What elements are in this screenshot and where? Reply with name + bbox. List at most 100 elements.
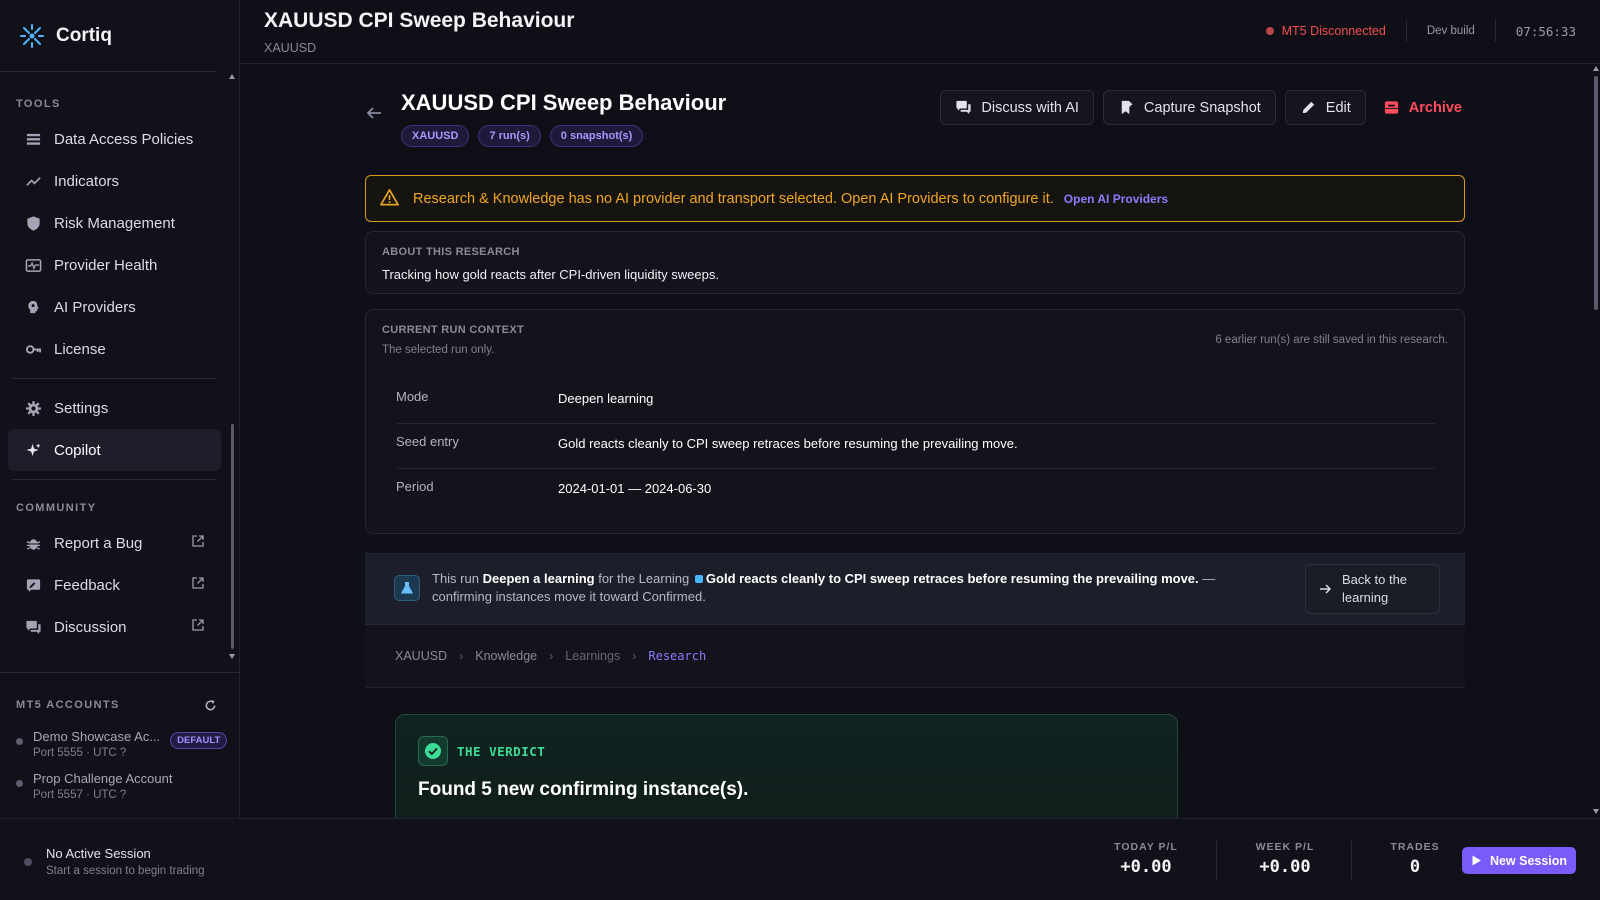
capture-label: Capture Snapshot: [1143, 99, 1261, 116]
new-session-label: New Session: [1489, 853, 1568, 868]
sidebar-scrollbar[interactable]: [229, 74, 235, 660]
sidebar-item-label: License: [54, 340, 106, 358]
mt5-status[interactable]: MT5 Disconnected: [1265, 24, 1386, 38]
arrow-right-icon: [1320, 584, 1332, 594]
open-ai-providers-link[interactable]: Open AI Providers: [1064, 192, 1168, 206]
stat-label: TRADES: [1390, 841, 1440, 853]
pencil-icon: [1302, 101, 1314, 114]
session-subtitle: Start a session to begin trading: [46, 865, 205, 877]
stat-label: WEEK P/L: [1255, 841, 1315, 853]
run-context-sub: The selected run only.: [382, 344, 495, 356]
account-item[interactable]: Prop Challenge Account Port 5557 · UTC ?: [0, 767, 239, 805]
refresh-icon[interactable]: [204, 699, 217, 715]
page-title: XAUUSD CPI Sweep Behaviour: [401, 90, 727, 115]
account-meta: Port 5555 · UTC ?: [33, 747, 127, 759]
sidebar-item-indicators[interactable]: Indicators: [8, 160, 221, 202]
sidebar-item-discussion[interactable]: Discussion: [8, 606, 221, 648]
session-footer: No Active Session Start a session to beg…: [0, 818, 1600, 900]
header-title: XAUUSD CPI Sweep Behaviour: [264, 9, 575, 32]
trades-stat: TRADES 0: [1385, 841, 1445, 877]
sidebar-item-label: Discussion: [54, 618, 127, 636]
default-badge: DEFAULT: [170, 732, 228, 749]
banner-prefix: This run: [432, 571, 479, 586]
archive-label: Archive: [1408, 99, 1462, 116]
sidebar-item-label: Indicators: [54, 172, 120, 190]
clock: 07:56:33: [1515, 23, 1576, 39]
sidebar-item-risk-management[interactable]: Risk Management: [8, 202, 221, 244]
footer-divider: [1351, 841, 1352, 881]
back-to-learning-button[interactable]: Back to the learning: [1305, 564, 1440, 614]
run-context-row: Seed entry Gold reacts cleanly to CPI sw…: [396, 424, 1436, 469]
capture-snapshot-button[interactable]: Capture Snapshot: [1102, 90, 1276, 125]
account-meta: Port 5557 · UTC ?: [33, 789, 127, 801]
status-dot: [1265, 27, 1274, 35]
research-header: XAUUSD CPI Sweep Behaviour XAUUSD 7 run(…: [365, 90, 1470, 150]
archive-button[interactable]: Archive: [1375, 90, 1470, 125]
new-session-button[interactable]: New Session: [1462, 847, 1576, 874]
run-context-label: CURRENT RUN CONTEXT: [382, 324, 524, 336]
external-link-icon: [191, 618, 205, 636]
run-context-row: Mode Deepen learning: [396, 379, 1436, 424]
top-header: XAUUSD CPI Sweep Behaviour XAUUSD MT5 Di…: [240, 0, 1600, 64]
external-link-icon: [191, 534, 205, 552]
page-scrollbar[interactable]: [1593, 66, 1600, 816]
verdict-title: Found 5 new confirming instance(s).: [418, 779, 749, 800]
sidebar: Cortiq TOOLS Data Access Policies Indica…: [0, 0, 240, 818]
back-arrow-icon[interactable]: [365, 104, 383, 125]
footer-divider: [1216, 841, 1217, 881]
account-name: Prop Challenge Account: [33, 771, 173, 786]
banner-learning: Gold reacts cleanly to CPI sweep retrace…: [705, 571, 1199, 586]
sidebar-item-license[interactable]: License: [8, 328, 221, 370]
sidebar-item-provider-health[interactable]: Provider Health: [8, 244, 221, 286]
sidebar-item-label: AI Providers: [54, 298, 136, 316]
sidebar-item-report-bug[interactable]: Report a Bug: [8, 522, 221, 564]
sidebar-item-ai-providers[interactable]: AI Providers: [8, 286, 221, 328]
chat-icon: [24, 618, 42, 636]
logo-icon: [20, 23, 44, 48]
sidebar-item-copilot[interactable]: Copilot: [8, 429, 221, 471]
run-context-row: Period 2024-01-01 — 2024-06-30: [396, 469, 1436, 514]
run-context-card: CURRENT RUN CONTEXT The selected run onl…: [365, 309, 1465, 534]
sidebar-item-label: Report a Bug: [54, 534, 143, 552]
bug-icon: [24, 534, 42, 552]
header-divider: [1405, 20, 1407, 42]
breadcrumb-item[interactable]: XAUUSD: [395, 649, 447, 663]
alert-text: Research & Knowledge has no AI provider …: [413, 190, 1054, 207]
verdict-label: THE VERDICT: [457, 744, 546, 759]
row-key: Period: [396, 479, 434, 494]
brand[interactable]: Cortiq: [0, 0, 217, 72]
sidebar-item-label: Settings: [54, 399, 109, 417]
tools-section-label: TOOLS: [16, 98, 61, 110]
build-label: Dev build: [1426, 25, 1475, 37]
breadcrumb-separator: ›: [632, 649, 637, 663]
sidebar-item-settings[interactable]: Settings: [8, 387, 221, 429]
breadcrumb-item[interactable]: Knowledge: [475, 649, 537, 663]
table-icon: [24, 130, 42, 148]
breadcrumb-item[interactable]: Learnings: [565, 649, 620, 663]
row-key: Seed entry: [396, 434, 459, 449]
flask-icon: [394, 575, 420, 601]
page-scroll-thumb[interactable]: [1594, 76, 1598, 310]
banner-action: Deepen a learning: [482, 571, 595, 586]
sidebar-scroll-thumb[interactable]: [231, 424, 234, 649]
sidebar-divider: [12, 378, 217, 379]
account-item[interactable]: Demo Showcase Ac... Port 5555 · UTC ? DE…: [0, 725, 239, 763]
sidebar-item-label: Copilot: [54, 441, 101, 459]
discuss-with-ai-button[interactable]: Discuss with AI: [940, 90, 1094, 125]
feedback-icon: [24, 576, 42, 594]
community-section-label: COMMUNITY: [16, 502, 97, 514]
back-to-learning-label: Back to the learning: [1342, 572, 1408, 605]
stat-value: +0.00: [1120, 857, 1172, 877]
edit-label: Edit: [1325, 99, 1351, 116]
edit-button[interactable]: Edit: [1284, 90, 1366, 125]
snapshots-tag: 0 snapshot(s): [549, 125, 644, 147]
sidebar-item-label: Feedback: [54, 576, 120, 594]
runs-tag: 7 run(s): [478, 125, 541, 147]
bookmark-add-icon: [1121, 100, 1133, 115]
ai-provider-alert: Research & Knowledge has no AI provider …: [365, 175, 1465, 222]
row-value: Gold reacts cleanly to CPI sweep retrace…: [558, 436, 1018, 451]
stat-value: 0: [1409, 857, 1421, 877]
key-icon: [24, 340, 42, 358]
sidebar-item-feedback[interactable]: Feedback: [8, 564, 221, 606]
sidebar-item-data-access-policies[interactable]: Data Access Policies: [8, 118, 221, 160]
